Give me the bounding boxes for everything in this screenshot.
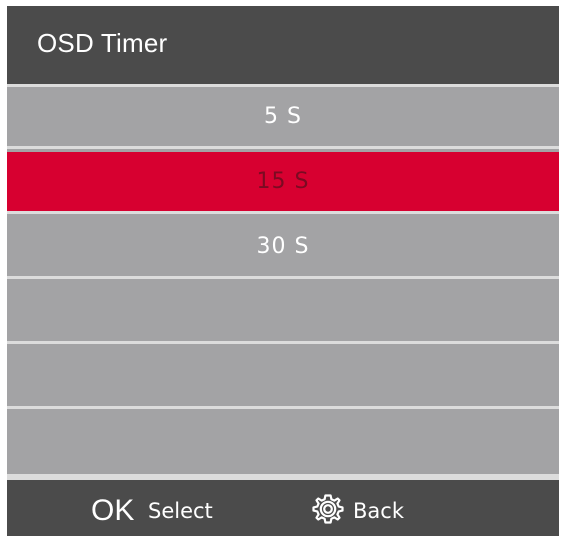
gear-icon[interactable] (311, 492, 345, 526)
ok-button-glyph[interactable]: OK (91, 494, 134, 528)
osd-menu: OSD Timer 5 S 15 S 30 S OK Select Back (7, 6, 559, 536)
timer-option-5s[interactable]: 5 S (7, 87, 559, 149)
back-hint-label: Back (353, 499, 404, 523)
select-hint-label: Select (148, 499, 213, 523)
timer-option-15s[interactable]: 15 S (7, 152, 559, 214)
empty-row (7, 282, 559, 344)
menu-header: OSD Timer (7, 6, 559, 87)
timer-options-list: 5 S 15 S 30 S (7, 87, 559, 477)
empty-row (7, 347, 559, 409)
timer-option-30s[interactable]: 30 S (7, 217, 559, 279)
page-title: OSD Timer (37, 28, 168, 58)
empty-row (7, 412, 559, 477)
menu-footer: OK Select Back (7, 477, 559, 536)
